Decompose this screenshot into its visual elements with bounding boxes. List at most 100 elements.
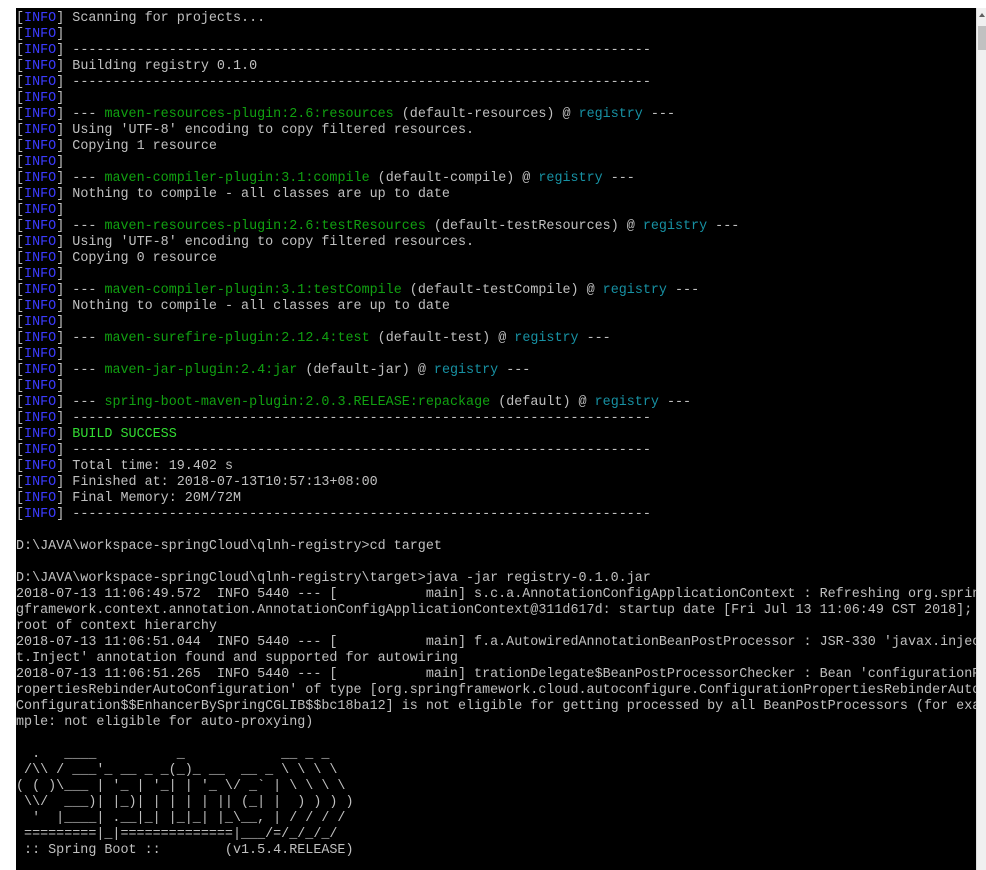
scrollbar-thumb[interactable]	[978, 26, 986, 50]
scroll-up-arrow-icon[interactable]	[977, 8, 986, 22]
info-level-tag: INFO	[24, 251, 57, 266]
info-level-tag: INFO	[24, 411, 57, 426]
console-line: ( ( )\___ | '_ | '_| | '_ \/ _` | \ \ \ …	[16, 779, 346, 794]
info-level-tag: INFO	[24, 11, 57, 26]
console-line: [INFO]	[16, 91, 73, 106]
console-line: =========|_|==============|___/=/_/_/_/	[16, 827, 338, 842]
console-line: 2018-07-13 11:06:51.044 INFO 5440 --- [ …	[16, 635, 976, 650]
info-level-tag: INFO	[24, 203, 57, 218]
console-line: [INFO]	[16, 155, 73, 170]
console-line: [INFO] ---------------------------------…	[16, 411, 651, 426]
log-text: Scanning for projects...	[72, 11, 266, 26]
plugin-goal: maven-compiler-plugin:3.1:compile	[104, 171, 370, 186]
console-line: ropertiesRebinderAutoConfiguration' of t…	[16, 683, 976, 698]
console-line: [INFO] Copying 0 resource	[16, 251, 217, 266]
console-line: [INFO] Finished at: 2018-07-13T10:57:13+…	[16, 475, 378, 490]
info-level-tag: INFO	[24, 107, 57, 122]
plugin-goal: maven-resources-plugin:2.6:testResources	[104, 219, 426, 234]
console-line: [INFO] Using 'UTF-8' encoding to copy fi…	[16, 123, 475, 138]
console-line: [INFO] Copying 1 resource	[16, 139, 217, 154]
console-line: [INFO] --- maven-surefire-plugin:2.12.4:…	[16, 331, 611, 346]
console-line: [INFO] --- maven-resources-plugin:2.6:re…	[16, 107, 676, 122]
log-text: Copying 1 resource	[72, 139, 217, 154]
info-level-tag: INFO	[24, 475, 57, 490]
console-line: 2018-07-13 11:06:51.265 INFO 5440 --- [ …	[16, 667, 976, 682]
info-level-tag: INFO	[24, 171, 57, 186]
console-line: [INFO] Building registry 0.1.0	[16, 59, 258, 74]
info-level-tag: INFO	[24, 235, 57, 250]
log-text: ---	[666, 283, 700, 298]
console-line: :: Spring Boot :: (v1.5.4.RELEASE)	[16, 843, 354, 858]
log-text: (default-resources) @	[393, 107, 579, 122]
log-text: Using 'UTF-8' encoding to copy filtered …	[72, 123, 475, 138]
console-line: [INFO] --- spring-boot-maven-plugin:2.0.…	[16, 395, 692, 410]
artifact-name: registry	[433, 363, 499, 378]
info-level-tag: INFO	[24, 139, 57, 154]
artifact-name: registry	[642, 219, 708, 234]
info-level-tag: INFO	[24, 27, 57, 42]
log-text: ---	[72, 283, 105, 298]
console-line: [INFO] Nothing to compile - all classes …	[16, 187, 450, 202]
log-text: (default-testResources) @	[425, 219, 643, 234]
console-line: [INFO] --- maven-jar-plugin:2.4:jar (def…	[16, 363, 531, 378]
plugin-goal: maven-jar-plugin:2.4:jar	[104, 363, 298, 378]
plugin-goal: maven-surefire-plugin:2.12.4:test	[104, 331, 370, 346]
log-text: Finished at: 2018-07-13T10:57:13+08:00	[72, 475, 378, 490]
artifact-name: registry	[602, 283, 667, 298]
info-level-tag: INFO	[24, 427, 57, 442]
log-text: (default) @	[490, 395, 595, 410]
console-line: . ____ _ __ _ _	[16, 747, 330, 762]
info-level-tag: INFO	[24, 459, 57, 474]
info-level-tag: INFO	[24, 379, 57, 394]
vertical-scrollbar[interactable]	[976, 8, 986, 870]
log-text: ---	[642, 107, 676, 122]
info-level-tag: INFO	[24, 507, 57, 522]
console-line: mple: not eligible for auto-proxying)	[16, 715, 314, 730]
console-line: [INFO] Scanning for projects...	[16, 11, 266, 26]
log-text: (default-jar) @	[297, 363, 434, 378]
log-text: Nothing to compile - all classes are up …	[72, 299, 450, 314]
artifact-name: registry	[594, 395, 659, 410]
artifact-name: registry	[578, 107, 643, 122]
plugin-goal: spring-boot-maven-plugin:2.0.3.RELEASE:r…	[104, 395, 491, 410]
console-line: Configuration$$EnhancerBySpringCGLIB$$bc…	[16, 699, 976, 714]
log-text: ---	[72, 331, 105, 346]
log-text: ---	[72, 107, 105, 122]
console-output: [INFO] Scanning for projects... [INFO] [I…	[16, 11, 976, 859]
console-line: \\/ ___)| |_)| | | | | || (_| | ) ) ) )	[16, 795, 354, 810]
console-line: [INFO]	[16, 315, 73, 330]
log-text: ---	[72, 171, 105, 186]
log-text: ---	[658, 395, 692, 410]
log-text: ---	[72, 395, 105, 410]
console-line: t.Inject' annotation found and supported…	[16, 651, 458, 666]
console-line: [INFO] ---------------------------------…	[16, 507, 651, 522]
info-level-tag: INFO	[24, 43, 57, 58]
console-line: root of context hierarchy	[16, 619, 217, 634]
info-level-tag: INFO	[24, 187, 57, 202]
console-window[interactable]: [INFO] Scanning for projects... [INFO] [I…	[16, 8, 976, 870]
console-line: [INFO]	[16, 379, 73, 394]
console-line: [INFO] --- maven-resources-plugin:2.6:te…	[16, 219, 740, 234]
console-line: [INFO] --- maven-compiler-plugin:3.1:tes…	[16, 283, 700, 298]
info-level-tag: INFO	[24, 155, 57, 170]
artifact-name: registry	[514, 331, 579, 346]
log-text: ----------------------------------------…	[72, 507, 651, 522]
console-line: [INFO]	[16, 267, 73, 282]
console-line: [INFO] --- maven-compiler-plugin:3.1:com…	[16, 171, 635, 186]
info-level-tag: INFO	[24, 219, 57, 234]
info-level-tag: INFO	[24, 75, 57, 90]
log-text: ----------------------------------------…	[72, 43, 651, 58]
console-line: [INFO] ---------------------------------…	[16, 43, 651, 58]
console-line: D:\JAVA\workspace-springCloud\qlnh-regis…	[16, 571, 651, 586]
info-level-tag: INFO	[24, 395, 57, 410]
console-line: [INFO]	[16, 27, 73, 42]
console-line: 2018-07-13 11:06:49.572 INFO 5440 --- [ …	[16, 587, 976, 602]
log-text: ----------------------------------------…	[72, 443, 651, 458]
log-text: (default-compile) @	[369, 171, 539, 186]
console-line: [INFO]	[16, 203, 73, 218]
console-line: [INFO] Using 'UTF-8' encoding to copy fi…	[16, 235, 475, 250]
console-line: [INFO] ---------------------------------…	[16, 443, 651, 458]
console-line: [INFO] Final Memory: 20M/72M	[16, 491, 242, 506]
